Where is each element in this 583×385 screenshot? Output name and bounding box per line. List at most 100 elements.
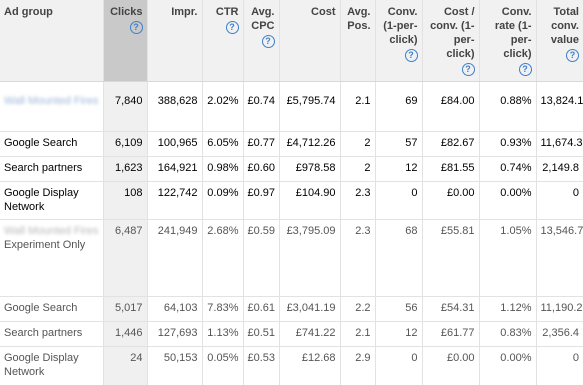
cell-cpc: £0.97 bbox=[243, 181, 280, 220]
cell-cost: £12.68 bbox=[279, 346, 341, 385]
cell-cpconv: £84.00 bbox=[422, 81, 480, 132]
cell-pos: 2.1 bbox=[340, 81, 376, 132]
ad-group-name-cell: Google Search bbox=[0, 296, 104, 322]
cell-cpconv: £82.67 bbox=[422, 131, 480, 157]
column-header-ctr[interactable]: CTR? bbox=[202, 0, 244, 82]
cell-clicks: 7,840 bbox=[103, 81, 148, 132]
column-header-pos[interactable]: Avg. Pos. bbox=[340, 0, 376, 82]
cell-total: 0 bbox=[536, 346, 583, 385]
cell-total: 2,356.4 bbox=[536, 321, 583, 347]
table-row[interactable]: Wall Mounted Fires Experiment Only 6,487 24… bbox=[0, 219, 583, 297]
cell-conv: 0 bbox=[375, 346, 423, 385]
cell-clicks: 24 bbox=[103, 346, 148, 385]
cell-conv: 0 bbox=[375, 181, 423, 220]
cell-conv: 57 bbox=[375, 131, 423, 157]
table-row[interactable]: Google Search 6,109 100,965 6.05% £0.77 £4,71… bbox=[0, 131, 583, 157]
cell-rate: 1.12% bbox=[479, 296, 537, 322]
ad-group-name-cell: Google Display Network bbox=[0, 346, 104, 385]
cell-clicks: 5,017 bbox=[103, 296, 148, 322]
cell-rate: 0.74% bbox=[479, 156, 537, 182]
ad-group-name-link[interactable]: Wall Mounted Fires bbox=[4, 225, 98, 237]
experiment-note: Experiment Only bbox=[4, 239, 86, 251]
cell-rate: 0.83% bbox=[479, 321, 537, 347]
table-row[interactable]: Search partners 1,446 127,693 1.13% £0.51 £74… bbox=[0, 321, 583, 347]
ad-group-name-cell: Search partners bbox=[0, 321, 104, 347]
network-name: Search partners bbox=[4, 327, 83, 339]
network-name: Search partners bbox=[4, 162, 83, 174]
table-row[interactable]: Wall Mounted Fires 7,840 388,628 2.02% £0.74… bbox=[0, 81, 583, 132]
cell-conv: 12 bbox=[375, 321, 423, 347]
cell-cost: £5,795.74 bbox=[279, 81, 341, 132]
cell-cpconv: £61.77 bbox=[422, 321, 480, 347]
column-header-label: Avg. CPC bbox=[251, 6, 275, 32]
cell-total: 13,546.7 bbox=[536, 219, 583, 297]
cell-cpc: £0.51 bbox=[243, 321, 280, 347]
help-icon[interactable]: ? bbox=[129, 21, 143, 34]
cell-clicks: 108 bbox=[103, 181, 148, 220]
cell-cpc: £0.77 bbox=[243, 131, 280, 157]
ad-group-name-cell[interactable]: Wall Mounted Fires Experiment Only bbox=[0, 219, 104, 297]
column-header-impr[interactable]: Impr. bbox=[147, 0, 203, 82]
table-row[interactable]: Search partners 1,623 164,921 0.98% £0.60 £97… bbox=[0, 156, 583, 182]
column-header-cpconv[interactable]: Cost / conv. (1-per-click)? bbox=[422, 0, 480, 82]
cell-pos: 2.3 bbox=[340, 181, 376, 220]
cell-rate: 0.00% bbox=[479, 346, 537, 385]
column-header-label: Cost bbox=[311, 6, 336, 18]
cell-pos: 2 bbox=[340, 131, 376, 157]
cell-clicks: 1,623 bbox=[103, 156, 148, 182]
cell-ctr: 0.98% bbox=[202, 156, 244, 182]
column-header-adgroup[interactable]: Ad group bbox=[0, 0, 104, 82]
column-header-label: Avg. Pos. bbox=[347, 6, 371, 32]
cell-cpc: £0.61 bbox=[243, 296, 280, 322]
cell-cpc: £0.59 bbox=[243, 219, 280, 297]
column-header-cost[interactable]: Cost bbox=[279, 0, 341, 82]
cell-ctr: 0.09% bbox=[202, 181, 244, 220]
column-header-label: Clicks bbox=[110, 6, 143, 18]
help-icon[interactable]: ? bbox=[261, 35, 275, 48]
ad-group-name-link[interactable]: Wall Mounted Fires bbox=[4, 95, 98, 107]
cell-ctr: 2.02% bbox=[202, 81, 244, 132]
ad-group-name-cell[interactable]: Wall Mounted Fires bbox=[0, 81, 104, 132]
cell-cpconv: £0.00 bbox=[422, 181, 480, 220]
cell-pos: 2 bbox=[340, 156, 376, 182]
cell-clicks: 6,487 bbox=[103, 219, 148, 297]
cell-total: 13,824.1 bbox=[540, 95, 583, 107]
column-header-rate[interactable]: Conv. rate (1-per-click)? bbox=[479, 0, 537, 82]
cell-rate: 0.93% bbox=[479, 131, 537, 157]
help-icon[interactable]: ? bbox=[404, 49, 418, 62]
cell-clicks: 1,446 bbox=[103, 321, 148, 347]
cell-impr: 241,949 bbox=[147, 219, 203, 297]
column-header-total[interactable]: Total conv. value? bbox=[536, 0, 583, 82]
help-icon[interactable]: ? bbox=[518, 63, 532, 76]
cell-rate: 0.88% bbox=[479, 81, 537, 132]
cell-rate: 1.05% bbox=[479, 219, 537, 297]
column-header-label: Ad group bbox=[4, 6, 53, 18]
column-header-conv[interactable]: Conv. (1-per-click)? bbox=[375, 0, 423, 82]
ad-group-name-cell: Google Display Network bbox=[0, 181, 104, 220]
help-icon[interactable]: ? bbox=[566, 49, 579, 62]
cell-cpc: £0.74 bbox=[243, 81, 280, 132]
ad-group-name-cell: Search partners bbox=[0, 156, 104, 182]
help-icon[interactable]: ? bbox=[461, 63, 475, 76]
column-header-label: Cost / conv. (1-per-click) bbox=[430, 6, 475, 60]
cell-impr: 388,628 bbox=[147, 81, 203, 132]
cell-pos: 2.1 bbox=[340, 321, 376, 347]
table-row[interactable]: Google Search 5,017 64,103 7.83% £0.61 £3,041… bbox=[0, 296, 583, 322]
cell-cost: £3,041.19 bbox=[279, 296, 341, 322]
cell-cost: £4,712.26 bbox=[279, 131, 341, 157]
cell-cost: £104.90 bbox=[279, 181, 341, 220]
cell-ctr: 0.05% bbox=[202, 346, 244, 385]
cell-total: 0 bbox=[536, 181, 583, 220]
column-header-cpc[interactable]: Avg. CPC? bbox=[243, 0, 280, 82]
cell-impr: 64,103 bbox=[147, 296, 203, 322]
cell-conv: 12 bbox=[375, 156, 423, 182]
cell-impr: 164,921 bbox=[147, 156, 203, 182]
column-header-label: Conv. rate (1-per-click) bbox=[494, 6, 532, 60]
ad-group-stats-table: Ad group Clicks? Impr. CTR? Avg. CPC? Cost Avg… bbox=[0, 0, 583, 385]
cell-impr: 127,693 bbox=[147, 321, 203, 347]
table-row[interactable]: Google Display Network 108 122,742 0.09% £0.… bbox=[0, 181, 583, 220]
column-header-clicks[interactable]: Clicks? bbox=[103, 0, 148, 82]
cell-ctr: 7.83% bbox=[202, 296, 244, 322]
help-icon[interactable]: ? bbox=[225, 21, 239, 34]
table-row[interactable]: Google Display Network 24 50,153 0.05% £0.53… bbox=[0, 346, 583, 385]
